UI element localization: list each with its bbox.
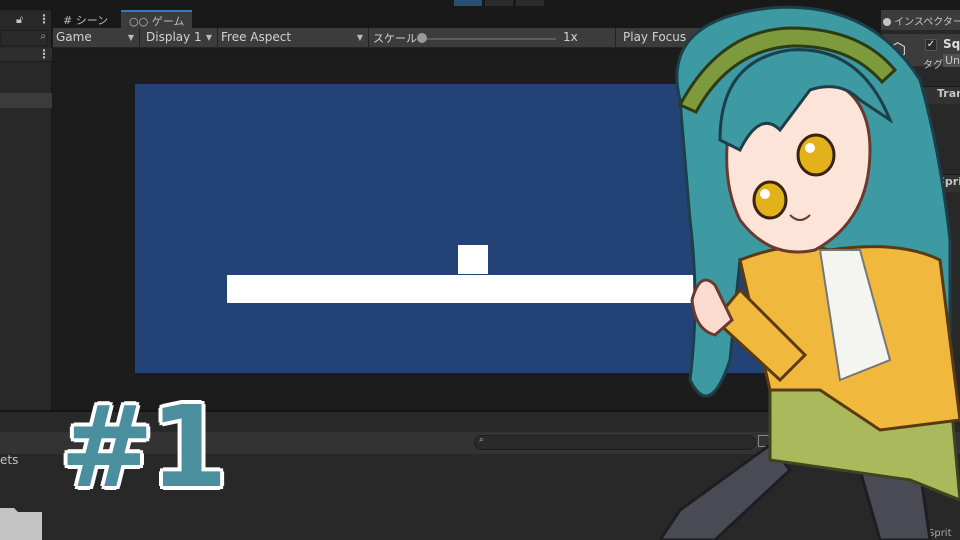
divider — [139, 28, 140, 48]
chevron-down-icon: ▼ — [127, 33, 134, 42]
play-button[interactable] — [454, 0, 482, 6]
scale-value: 1x — [563, 30, 578, 44]
divider — [368, 28, 369, 48]
grid-icon: # — [63, 14, 73, 27]
step-button[interactable] — [516, 0, 544, 6]
view-mode-dropdown[interactable]: Game ▼ — [56, 30, 138, 46]
player-square-sprite — [458, 245, 488, 274]
mascot-character-illustration — [658, 5, 960, 540]
gamepad-icon: ○○ — [129, 15, 149, 28]
divider — [615, 28, 616, 48]
divider — [217, 28, 218, 48]
assets-breadcrumb[interactable]: ets — [0, 453, 18, 467]
lock-icon[interactable]: 🔓︎ — [16, 13, 23, 27]
episode-number: #1 — [60, 383, 228, 513]
scene-menu-icon[interactable]: ⋮ — [38, 47, 50, 61]
scale-label: スケール — [373, 32, 417, 45]
search-icon: ⌕ — [40, 31, 46, 42]
pause-button[interactable] — [485, 0, 513, 6]
chevron-down-icon: ▼ — [205, 33, 212, 42]
hierarchy-scene-row[interactable]: ⋮ — [0, 47, 52, 62]
chevron-down-icon: ▼ — [356, 33, 363, 42]
folder-icon[interactable] — [0, 500, 42, 540]
display-dropdown[interactable]: Display 1 ▼ — [146, 30, 216, 46]
scale-slider-track[interactable] — [422, 38, 556, 40]
hierarchy-panel: 🔓︎ ⋮ ⌕ ⋮ — [0, 10, 52, 410]
hierarchy-search-input[interactable]: ⌕ — [0, 30, 48, 46]
search-icon: ⌕ — [479, 435, 485, 445]
hierarchy-menu-icon[interactable]: ⋮ — [38, 12, 50, 26]
aspect-dropdown[interactable]: Free Aspect ▼ — [221, 30, 367, 46]
scale-slider-knob[interactable] — [417, 33, 427, 43]
tab-scene[interactable]: # シーン — [55, 10, 116, 28]
tab-game[interactable]: ○○ ゲーム — [121, 10, 193, 28]
hierarchy-selected-row[interactable] — [0, 93, 52, 108]
